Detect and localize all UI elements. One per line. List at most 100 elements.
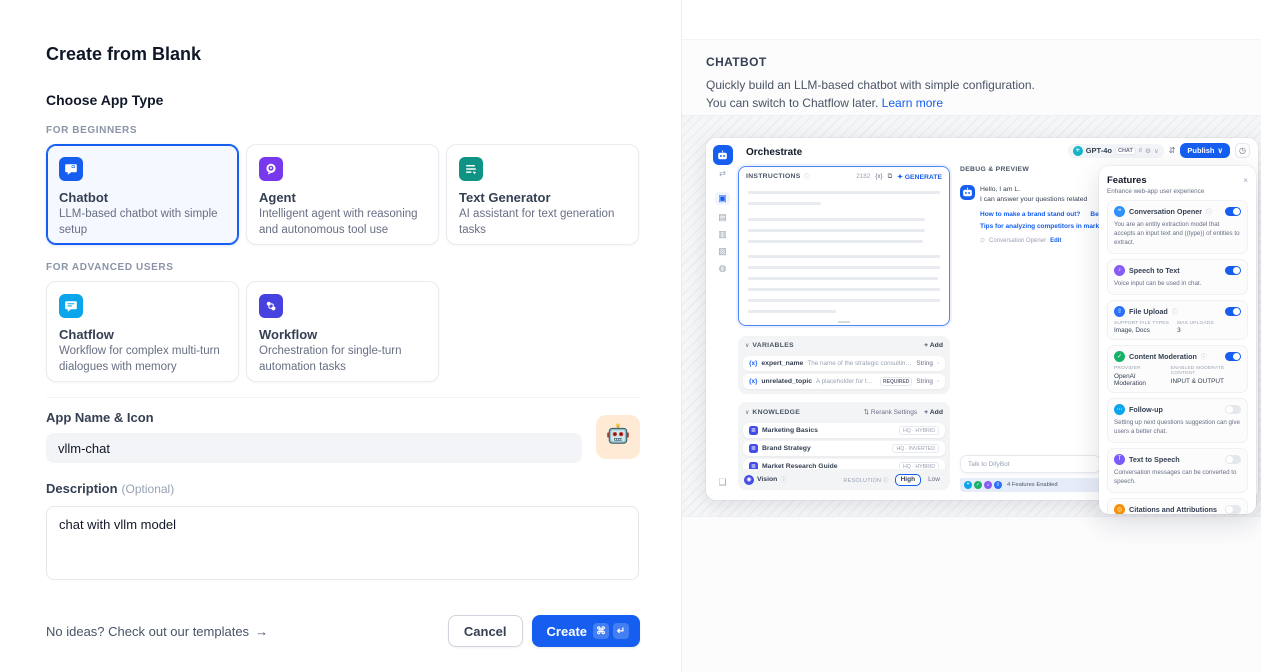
create-app-modal: Create from Blank Choose App Type FOR BE… [0,0,1261,672]
robot-emoji-icon [604,421,632,452]
right-panel-top-strip [682,0,1261,40]
generate-label: GENERATE [905,174,942,181]
kv-value: OpenAI Moderation [1114,373,1163,387]
variables-section: ∨ VARIABLES + Add {x} expert_name The na… [738,336,950,394]
suggested-question: How to make a brand stand out? [980,211,1080,218]
cmd-key-icon: ⌘ [593,623,609,639]
feature-desc: Conversation messages can be converted t… [1114,469,1241,487]
enter-key-icon: ↵ [613,623,629,639]
description-section: Description(Optional) chat with vllm mod… [46,480,640,585]
learn-more-link[interactable]: Learn more [882,96,943,110]
description-label: Description [46,481,118,496]
suggested-question: Tips for analyzing competitors in market [980,223,1105,230]
features-panel-preview: Features × Enhance web-app user experien… [1099,166,1256,514]
string-type-icon: ▫ [937,379,939,385]
moderation-feature-dot-icon: ✓ [974,481,982,489]
preview-app-robot-icon [713,145,733,165]
text-generator-icon [459,157,483,181]
app-type-card-chatbot[interactable]: Chatbot LLM-based chatbot with simple se… [46,144,239,245]
app-name-label: App Name & Icon [46,410,582,425]
conversation-opener-icon: ❝ [1114,206,1125,217]
toggle-on [1225,266,1241,275]
toggle-on [1225,352,1241,361]
info-icon: ⓘ [883,478,889,484]
app-type-card-chatflow[interactable]: Chatflow Workflow for complex multi-turn… [46,281,239,382]
string-type-icon: ▫ [937,361,939,367]
model-selector-chip: ✳ GPT-4o CHAT ♯ ⚙ ∨ [1068,144,1164,158]
feature-name: Text to Speech [1129,455,1180,464]
card-title: Chatflow [59,327,226,342]
vision-section: ◉ Vision ⓘ RESOLUTION ⓘ High Low [738,469,950,490]
feature-item-text-to-speech: T Text to Speech Conversation messages c… [1107,448,1248,493]
knowledge-row: ≣ Brand Strategy HQ · INVERTED [743,441,945,456]
toggle-on [1225,207,1241,216]
instructions-label: INSTRUCTIONS [746,173,801,180]
features-enabled-bar: ❝ ✓ ♪ ⇧ 4 Features Enabled [960,478,1101,492]
kv-key: MAX UPLOADS [1177,321,1214,326]
chevron-down-icon: ∨ [745,342,749,349]
feature-name: Follow-up [1129,405,1163,414]
kv-value: Image, Docs [1114,327,1169,334]
resize-handle [838,321,850,323]
follow-up-icon: ⋯ [1114,404,1125,415]
cancel-button[interactable]: Cancel [448,615,523,647]
app-name-input[interactable] [46,433,582,463]
feature-item-conversation-opener: ❝ Conversation Opener ⓘ You are an entit… [1107,200,1248,254]
variables-label: VARIABLES [752,342,793,349]
variable-type: String [916,378,932,385]
orchestrate-nav-icon: ▣ [715,192,730,205]
templates-link[interactable]: No ideas? Check out our templates → [46,624,268,639]
feature-name: Content Moderation [1129,352,1197,361]
model-name: GPT-4o [1086,146,1112,155]
variable-desc: A placeholder for topics... [816,378,876,385]
feature-item-speech-to-text: ♪ Speech to Text Voice input can be used… [1107,259,1248,295]
chevron-down-icon: ∨ [745,409,749,416]
for-beginners-label: FOR BEGINNERS [46,125,640,136]
info-icon: ⓘ [1206,207,1212,216]
beginner-cards-row: Chatbot LLM-based chatbot with simple se… [46,144,640,245]
vision-label: Vision [757,476,777,483]
app-type-card-text-generator[interactable]: Text Generator AI assistant for text gen… [446,144,639,245]
variable-name: expert_name [761,360,803,367]
parameters-icon: ⇵ [1169,146,1176,155]
create-button[interactable]: Create ⌘ ↵ [532,615,640,647]
toggle-off [1225,455,1241,464]
card-title: Agent [259,190,426,205]
opener-feature-dot-icon: ❝ [964,481,972,489]
feature-name: Conversation Opener [1129,207,1202,216]
feature-name: Citations and Attributions [1129,505,1217,514]
upload-feature-dot-icon: ⇧ [994,481,1002,489]
model-settings-icon: ⚙ [1145,147,1151,155]
feature-desc: Voice input can be used in chat. [1114,280,1241,289]
features-subtitle: Enhance web-app user experience [1107,188,1248,195]
preview-illustration-area: ⇄ ▣ ▤ ▥ ▧ ◍ ❏ Orchestrate ✳ GPT-4o [682,115,1261,517]
app-name-section: App Name & Icon [46,410,640,463]
logs-nav-icon: ▥ [718,230,727,239]
variables-braces-icon: {x} [875,173,882,180]
app-type-card-agent[interactable]: Agent Intelligent agent with reasoning a… [246,144,439,245]
preview-sidebar: ⇄ ▣ ▤ ▥ ▧ ◍ ❏ [706,138,739,500]
dataset-name: Brand Strategy [762,445,811,452]
feature-name: File Upload [1129,307,1168,316]
feature-item-citations: ◎ Citations and Attributions Show source… [1107,498,1248,514]
feature-desc: You are an entity extraction model that … [1114,221,1241,248]
sparkle-icon: ✦ [897,174,903,181]
feature-item-file-upload: ⇧ File Upload ⓘ SUPPORT FILE TYPESImage,… [1107,300,1248,341]
resolution-high-option: High [895,474,921,486]
app-icon-picker-button[interactable] [596,415,640,459]
variable-braces-icon: {x} [749,378,757,385]
app-type-card-workflow[interactable]: Workflow Orchestration for single-turn a… [246,281,439,382]
preview-nav-icon: ▤ [718,213,727,222]
settings-nav-icon: ◍ [719,264,727,273]
description-textarea[interactable]: chat with vllm model [46,506,639,580]
dataset-name: Marketing Basics [762,427,818,434]
bot-avatar [960,185,975,200]
text-to-speech-icon: T [1114,454,1125,465]
conversation-opener-icon: ⊙ [980,237,985,244]
info-icon: ⓘ [804,172,810,181]
feature-name: Speech to Text [1129,266,1180,275]
for-advanced-users-label: FOR ADVANCED USERS [46,262,640,273]
info-icon: ⓘ [1172,307,1178,316]
advanced-cards-row: Chatflow Workflow for complex multi-turn… [46,281,640,382]
card-desc: Workflow for complex multi-turn dialogue… [59,344,226,375]
